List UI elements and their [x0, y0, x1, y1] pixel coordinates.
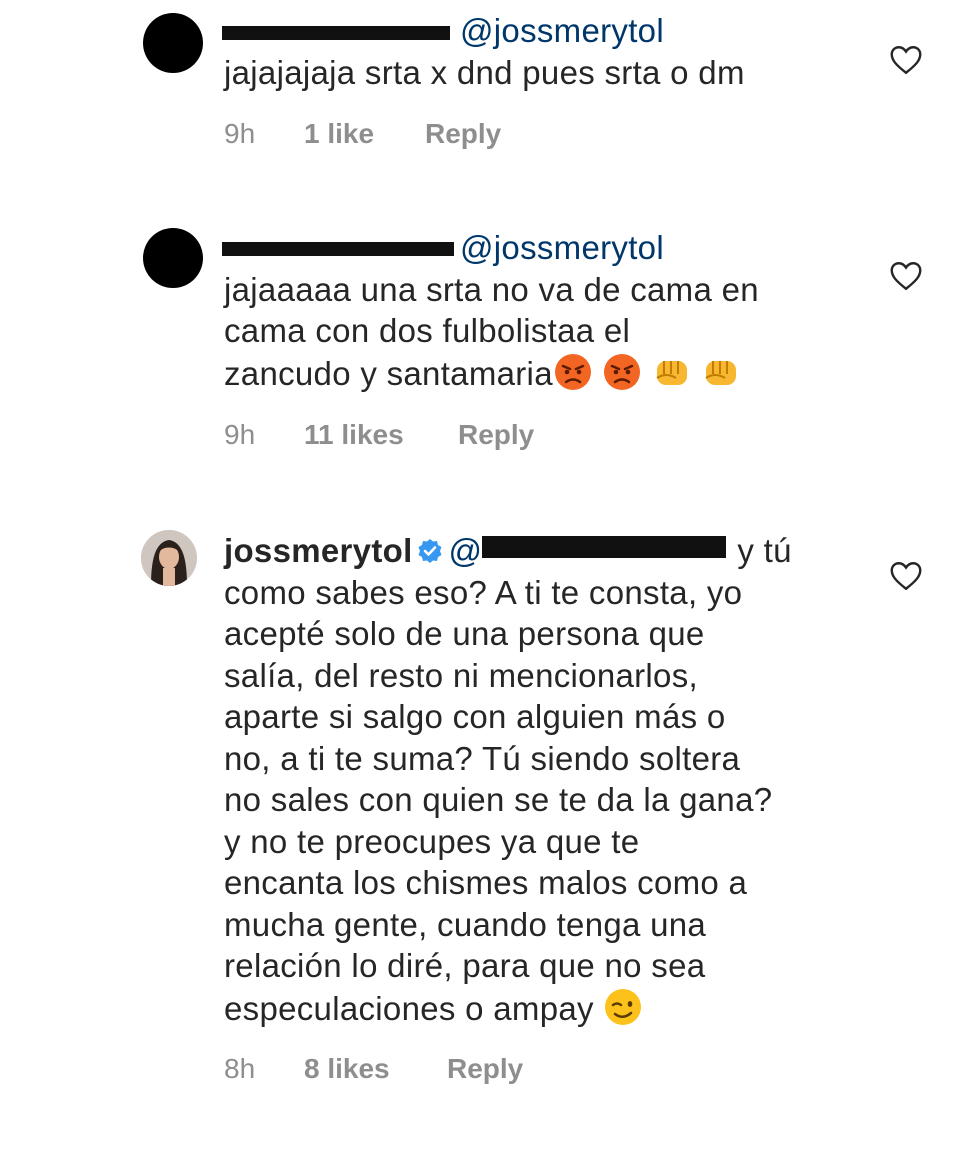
- comment-text-line: especulaciones o ampay: [224, 987, 864, 1030]
- profile-photo: [141, 530, 197, 586]
- comment-text-line: y no te preocupes ya que te: [224, 822, 640, 860]
- comment-text: especulaciones o ampay: [224, 989, 594, 1027]
- verified-badge-icon: [418, 539, 442, 563]
- comment-text: zancudo y santamaria: [224, 354, 553, 392]
- oncoming-fist-emoji-icon: [656, 360, 687, 385]
- mention-link[interactable]: @jossmerytol: [460, 229, 664, 266]
- angry-face-emoji-icon: [604, 353, 641, 390]
- comment-text-line: relación lo diré, para que no sea: [224, 947, 706, 984]
- mention-link[interactable]: @: [449, 532, 483, 569]
- likes-count[interactable]: 11 likes: [304, 419, 458, 451]
- oncoming-fist-emoji-icon: [705, 360, 737, 385]
- comment-text-line: acepté solo de una persona que: [224, 615, 705, 652]
- comment-text-line: zancudo y santamaria: [224, 352, 864, 395]
- comment-text-line: aparte si salgo con alguien más o: [224, 698, 726, 735]
- comment-text-line: como sabes eso? A ti te consta, yo: [224, 573, 743, 611]
- comment-text-line: cama con dos fulbolistaa el: [224, 312, 631, 349]
- avatar[interactable]: [143, 13, 203, 73]
- comment-text: jajajajaja srta x dnd pues srta o dm: [224, 53, 745, 91]
- reply-button[interactable]: Reply: [458, 419, 534, 451]
- heart-icon[interactable]: [888, 258, 924, 294]
- comment-text-line: mucha gente, cuando tenga una: [224, 905, 707, 943]
- avatar[interactable]: [143, 228, 203, 288]
- comment-text-line: no, a ti te suma? Tú siendo soltera: [224, 739, 741, 777]
- heart-icon[interactable]: [888, 558, 924, 594]
- timestamp: 8h: [224, 1053, 256, 1084]
- avatar[interactable]: [141, 530, 197, 586]
- comment-body: @jossmerytol jajajajaja srta x dnd pues …: [224, 10, 864, 93]
- angry-face-emoji-icon: [554, 353, 591, 390]
- comment-meta: 9h 1 like Reply: [224, 118, 501, 150]
- comment-body: jossmerytol @ y tú como sabes eso? A ti te…: [224, 530, 864, 1029]
- comment-meta: 9h 11 likes Reply: [224, 419, 534, 451]
- mention-link[interactable]: @jossmerytol: [460, 12, 664, 49]
- timestamp: 9h: [224, 419, 256, 450]
- winking-face-emoji-icon: [605, 988, 642, 1025]
- comment-text: y tú: [737, 532, 792, 569]
- comment-body: @jossmerytol jajaaaaa una srta no va de …: [224, 227, 864, 394]
- likes-count[interactable]: 8 likes: [304, 1053, 447, 1085]
- comment-text-line: jajaaaaa una srta no va de cama en: [224, 270, 759, 308]
- likes-count[interactable]: 1 like: [304, 118, 425, 150]
- comment-text-line: salía, del resto ni mencionarlos,: [224, 656, 698, 694]
- comment-text-line: no sales con quien se te da la gana?: [224, 781, 773, 818]
- reply-button[interactable]: Reply: [447, 1053, 523, 1085]
- heart-icon[interactable]: [888, 42, 924, 78]
- username-link[interactable]: jossmerytol: [224, 532, 413, 569]
- reply-button[interactable]: Reply: [425, 118, 501, 150]
- comment-text-line: encanta los chismes malos como a: [224, 864, 748, 901]
- comment-meta: 8h 8 likes Reply: [224, 1053, 523, 1085]
- timestamp: 9h: [224, 118, 256, 149]
